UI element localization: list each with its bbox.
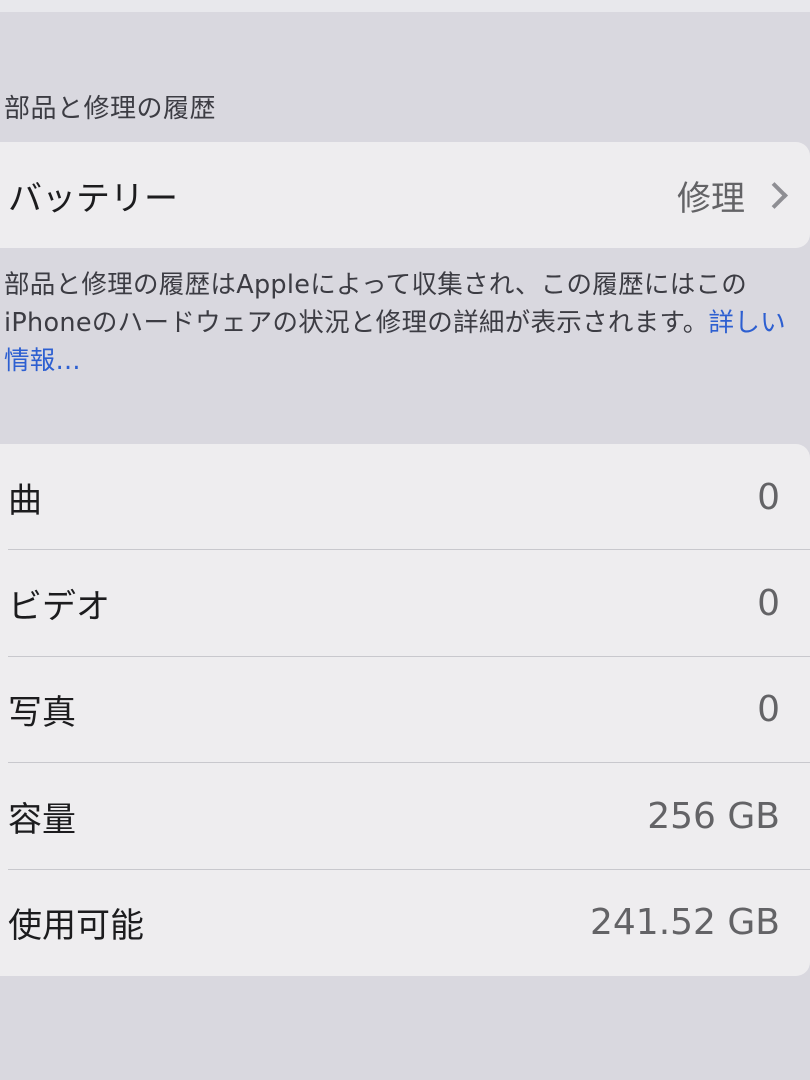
info-row-photos: 写真 0	[0, 657, 810, 764]
videos-value: 0	[757, 583, 780, 625]
songs-label: 曲	[8, 480, 42, 521]
available-label: 使用可能	[8, 906, 144, 947]
info-row-songs: 曲 0	[0, 444, 810, 551]
photos-label: 写真	[8, 693, 76, 734]
top-card-edge	[0, 0, 810, 12]
capacity-label: 容量	[8, 799, 76, 840]
photos-value: 0	[757, 689, 780, 731]
available-value: 241.52 GB	[589, 902, 780, 944]
info-row-videos: ビデオ 0	[0, 550, 810, 657]
about-info-card: 曲 0 ビデオ 0 写真 0 容量 256 GB 使用可能 241.52 GB	[0, 444, 810, 976]
videos-label: ビデオ	[8, 587, 110, 628]
info-row-capacity: 容量 256 GB	[0, 763, 810, 870]
parts-repair-card: バッテリー 修理	[0, 142, 810, 248]
battery-label: バッテリー	[8, 178, 178, 219]
battery-status: 修理	[677, 171, 788, 220]
section-header: 部品と修理の履歴	[4, 94, 217, 124]
songs-value: 0	[757, 476, 780, 518]
chevron-right-icon	[761, 181, 788, 209]
footer-description: 部品と修理の履歴はAppleによって収集され、この履歴にはこのiPhoneのハー…	[4, 270, 748, 338]
info-row-available: 使用可能 241.52 GB	[0, 870, 810, 976]
repair-status-text: 修理	[677, 178, 745, 219]
parts-repair-footer: 部品と修理の履歴はAppleによって収集され、この履歴にはこのiPhoneのハー…	[4, 266, 794, 380]
battery-row[interactable]: バッテリー 修理	[0, 142, 810, 248]
capacity-value: 256 GB	[647, 795, 780, 837]
